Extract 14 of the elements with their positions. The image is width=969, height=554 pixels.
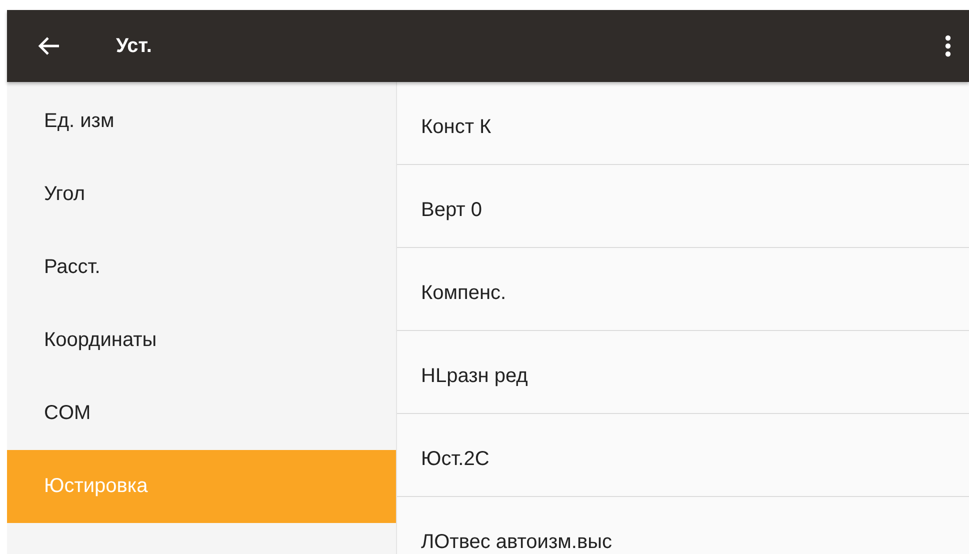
back-arrow-icon [38,36,60,56]
setting-item[interactable]: ЛОтвес автоизм.выс [397,497,969,554]
screen-title: Уст. [116,34,153,58]
setting-item[interactable]: Юст.2С [397,414,969,497]
category-item[interactable]: Угол [7,158,396,231]
setting-item[interactable]: Верт 0 [397,165,969,248]
setting-item[interactable]: Конст К [397,82,969,165]
category-item[interactable]: Расст. [7,231,396,304]
category-item[interactable]: Ед. изм [7,85,396,158]
category-item[interactable]: COM [7,377,396,450]
setting-item[interactable]: HLразн ред [397,331,969,414]
setting-item[interactable]: Компенс. [397,248,969,331]
more-icon [945,35,951,57]
category-item[interactable]: Координаты [7,304,396,377]
